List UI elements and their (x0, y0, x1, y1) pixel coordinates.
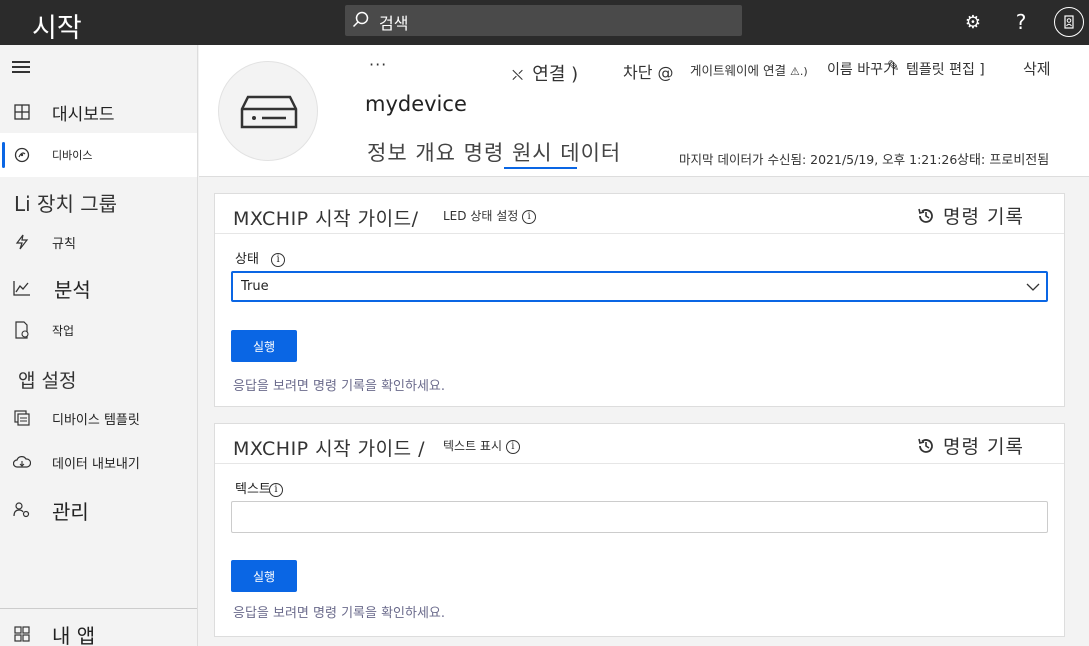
command-history-button[interactable]: 명령 기록 (917, 432, 1024, 459)
status-badge: 상태: 프로비전됨 (957, 153, 1050, 168)
active-tab-indicator (504, 167, 577, 169)
command-card-led: MXCHIP 시작 가이드/ LED 상태 설정 i 명령 기록 상태 i Tr… (214, 193, 1065, 407)
card-subtitle-text: 텍스트 표시 (443, 439, 503, 453)
device-template-icon (12, 408, 32, 428)
delete-button[interactable]: 삭제 (1023, 58, 1051, 79)
connect-icon: ⛌ (512, 66, 524, 84)
sidebar-group-app-settings: 앱 설정 (18, 370, 77, 392)
last-data-received: 마지막 데이터가 수신됨: 2021/5/19, 오후 1:21:26 (679, 152, 958, 167)
state-select[interactable]: True (231, 271, 1048, 302)
help-icon[interactable]: ? (1008, 9, 1034, 35)
sidebar-item-data-export[interactable]: 데이터 내보내기 (0, 441, 197, 483)
device-tabs[interactable]: 정보 개요 명령 원시 데이터 (367, 137, 621, 167)
command-card-text: MXCHIP 시작 가이드 / 텍스트 표시 i 명령 기록 텍스트 i 실행 … (214, 423, 1065, 637)
jobs-icon (12, 320, 32, 340)
device-header: ··· ⛌ 연결 ) 차단 @ 게이트웨이에 연결 ⚠.) 이름 바꾸기 ✎ 템… (199, 45, 1089, 177)
command-history-button[interactable]: 명령 기록 (917, 202, 1024, 229)
app-title[interactable]: 시작 (32, 6, 82, 45)
sidebar-item-label: 내 앱 (52, 623, 96, 646)
field-label-text: 상태 (235, 252, 259, 267)
user-avatar-icon[interactable] (1054, 7, 1084, 37)
sidebar: 대시보드 디바이스 Li 장치 그룹 규칙 분석 작업 앱 설정 디바이스 템플… (0, 45, 198, 646)
field-label: 텍스트 i (235, 478, 284, 497)
info-icon[interactable]: i (505, 439, 520, 454)
sidebar-item-devices[interactable]: 디바이스 (0, 133, 197, 177)
attach-gateway-label: 게이트웨이에 연결 (690, 63, 786, 78)
data-export-icon (12, 452, 32, 472)
sidebar-item-label: 작업 (52, 323, 75, 338)
sidebar-item-label: 대시보드 (52, 104, 115, 125)
analytics-icon (12, 278, 32, 298)
history-icon (918, 208, 933, 223)
sidebar-item-label: 규칙 (52, 236, 76, 252)
dashboard-icon (12, 102, 32, 122)
card-subtitle: LED 상태 설정 i (443, 207, 537, 224)
sidebar-item-device-groups[interactable]: Li 장치 그룹 (14, 188, 117, 217)
card-header: MXCHIP 시작 가이드/ LED 상태 설정 i 명령 기록 (215, 194, 1064, 234)
sidebar-item-my-apps[interactable]: 내 앱 (0, 613, 197, 646)
sidebar-item-administration[interactable]: 관리 (0, 489, 197, 531)
sidebar-item-label: 관리 (52, 499, 89, 524)
sidebar-item-label: 디바이스 템플릿 (52, 412, 140, 428)
more-options-button[interactable]: ··· (369, 55, 387, 74)
command-hint: 응답을 보려면 명령 기록을 확인하세요. (233, 606, 446, 621)
sidebar-item-device-templates[interactable]: 디바이스 템플릿 (0, 397, 197, 439)
sidebar-item-rules[interactable]: 규칙 (0, 221, 197, 263)
card-header: MXCHIP 시작 가이드 / 텍스트 표시 i 명령 기록 (215, 424, 1064, 464)
info-icon[interactable]: i (522, 209, 537, 224)
hamburger-menu-icon[interactable] (12, 61, 30, 73)
search-icon (352, 11, 369, 28)
sidebar-item-analytics[interactable]: 분석 (0, 267, 197, 309)
device-name: mydevice (365, 92, 467, 116)
info-icon[interactable]: i (271, 252, 286, 267)
search-placeholder: 검색 (379, 14, 409, 33)
card-title: MXCHIP 시작 가이드/ (233, 208, 419, 230)
history-icon (918, 438, 933, 453)
sidebar-divider (0, 608, 197, 609)
search-box[interactable]: 검색 (345, 5, 742, 36)
card-title: MXCHIP 시작 가이드 / (233, 438, 426, 460)
sidebar-item-label: 디바이스 (52, 149, 93, 162)
field-label-text: 텍스트 (235, 482, 271, 497)
sidebar-item-dashboard[interactable]: 대시보드 (0, 91, 197, 133)
rename-label: 이름 바꾸기 (827, 62, 896, 78)
sidebar-item-label: 데이터 내보내기 (52, 456, 140, 472)
card-subtitle-text: LED 상태 설정 (443, 209, 519, 223)
connect-label: 연결 ) (532, 64, 579, 85)
my-apps-icon (12, 624, 32, 644)
connect-button[interactable]: ⛌ 연결 ) (512, 60, 578, 86)
run-button[interactable]: 실행 (231, 330, 297, 362)
admin-icon (12, 500, 32, 520)
attach-gateway-button[interactable]: 게이트웨이에 연결 ⚠.) (690, 60, 808, 79)
run-button[interactable]: 실행 (231, 560, 297, 592)
top-bar: 시작 검색 ⚙ ? (0, 0, 1089, 45)
text-input[interactable] (231, 501, 1048, 533)
gateway-icon: ⚠.) (789, 65, 808, 78)
pencil-icon: ✎ (887, 57, 900, 75)
field-label: 상태 i (235, 248, 286, 267)
history-label: 명령 기록 (943, 436, 1024, 458)
command-hint: 응답을 보려면 명령 기록을 확인하세요. (233, 379, 446, 394)
block-button[interactable]: 차단 @ (623, 59, 674, 83)
rules-icon (12, 232, 32, 252)
edit-template-button[interactable]: 템플릿 편집 ] (906, 59, 985, 79)
devices-icon (12, 145, 32, 165)
state-select-value: True (241, 279, 269, 294)
info-icon[interactable]: i (269, 482, 284, 497)
device-icon (240, 95, 298, 129)
sidebar-item-jobs[interactable]: 작업 (0, 309, 197, 351)
sidebar-item-label: 분석 (54, 277, 91, 302)
chevron-down-icon (1026, 283, 1040, 291)
history-label: 명령 기록 (943, 206, 1024, 228)
card-subtitle: 텍스트 표시 i (443, 437, 520, 454)
settings-gear-icon[interactable]: ⚙ (960, 9, 986, 35)
device-avatar (218, 61, 318, 161)
rename-button[interactable]: 이름 바꾸기 (827, 59, 896, 79)
